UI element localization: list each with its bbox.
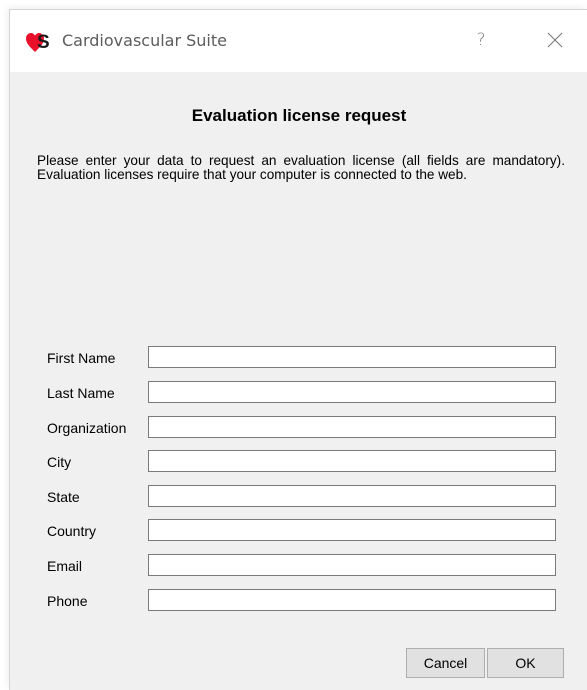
dialog-heading: Evaluation license request (191, 106, 407, 125)
email-label: Email (47, 558, 83, 574)
phone-label: Phone (47, 593, 88, 609)
last-name-label: Last Name (47, 385, 115, 401)
window-title: Cardiovascular Suite (62, 31, 227, 50)
country-label: Country (47, 523, 97, 539)
dialog-intro-text: Please enter your data to request an eva… (37, 153, 565, 182)
close-icon (547, 32, 563, 48)
last-name-field[interactable] (148, 381, 556, 403)
first-name-field[interactable] (148, 346, 556, 368)
logo-letter: S (37, 32, 50, 52)
organization-field[interactable] (148, 416, 556, 438)
email-field[interactable] (148, 554, 556, 576)
first-name-row: First Name (10, 346, 587, 372)
phone-field[interactable] (148, 589, 556, 611)
state-field[interactable] (148, 485, 556, 507)
country-row: Country (10, 519, 587, 545)
help-button[interactable]: ? (458, 22, 504, 58)
email-row: Email (10, 554, 587, 580)
help-icon: ? (476, 30, 486, 50)
phone-row: Phone (10, 589, 587, 615)
title-bar: S Cardiovascular Suite ? (10, 10, 587, 72)
ok-button[interactable]: OK (487, 648, 564, 678)
license-dialog-window: S Cardiovascular Suite ? Evaluation lice… (9, 9, 587, 690)
organization-label: Organization (47, 420, 127, 436)
country-field[interactable] (148, 519, 556, 541)
city-field[interactable] (148, 450, 556, 472)
organization-row: Organization (10, 416, 587, 442)
last-name-row: Last Name (10, 381, 587, 407)
state-label: State (47, 489, 80, 505)
cardiovascular-suite-logo-icon: S (26, 32, 50, 52)
first-name-label: First Name (47, 350, 116, 366)
state-row: State (10, 485, 587, 511)
cancel-button[interactable]: Cancel (406, 648, 485, 678)
city-row: City (10, 450, 587, 476)
city-label: City (47, 454, 72, 470)
close-button[interactable] (532, 22, 578, 58)
